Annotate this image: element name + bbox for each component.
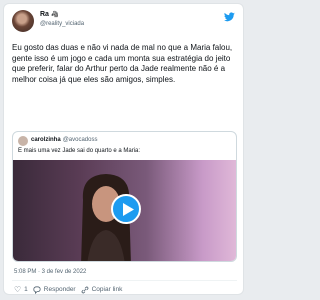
video-thumbnail[interactable]	[13, 160, 236, 261]
copy-link-button[interactable]: Copiar link	[81, 286, 123, 294]
like-count: 1	[24, 286, 28, 293]
quoted-handle: @avocadoss	[62, 137, 98, 143]
tweet-text: Eu gosto das duas e não vi nada de mal n…	[12, 43, 233, 84]
display-name-text: Ra	[40, 11, 49, 18]
quoted-avatar[interactable]	[18, 136, 28, 146]
quoted-display-name: carolzinha	[31, 137, 61, 143]
divider	[12, 280, 237, 281]
reply-label: Responder	[43, 286, 76, 293]
link-icon	[81, 286, 89, 293]
play-icon	[123, 203, 134, 216]
tweet-timestamp[interactable]: 5:08 PM · 3 de fev de 2022	[14, 269, 86, 275]
action-bar: ♡ 1 Responder Copiar link	[14, 285, 122, 294]
reply-icon	[33, 285, 41, 294]
timestamp-text: 5:08 PM · 3 de fev de 2022	[14, 269, 87, 275]
like-button[interactable]: ♡ 1	[14, 285, 28, 294]
tweet-card: Ra 🦓 @reality_viciada Eu gosto das duas e…	[3, 3, 244, 295]
avatar[interactable]	[12, 10, 34, 32]
quoted-text: E mais uma vez Jade sai do quarto e a Ma…	[18, 148, 141, 154]
user-handle[interactable]: @reality_viciada	[40, 21, 84, 27]
name-emoji: 🦓	[50, 12, 59, 18]
play-button[interactable]	[111, 194, 141, 224]
twitter-bird-icon[interactable]	[224, 12, 235, 22]
display-name[interactable]: Ra 🦓	[40, 11, 58, 18]
quoted-tweet[interactable]: carolzinha @avocadoss E mais uma vez Jade…	[12, 131, 237, 262]
heart-icon: ♡	[14, 285, 22, 294]
reply-button[interactable]: Responder	[33, 285, 76, 294]
copy-link-label: Copiar link	[91, 286, 123, 293]
quoted-author[interactable]: carolzinha @avocadoss	[31, 137, 97, 143]
